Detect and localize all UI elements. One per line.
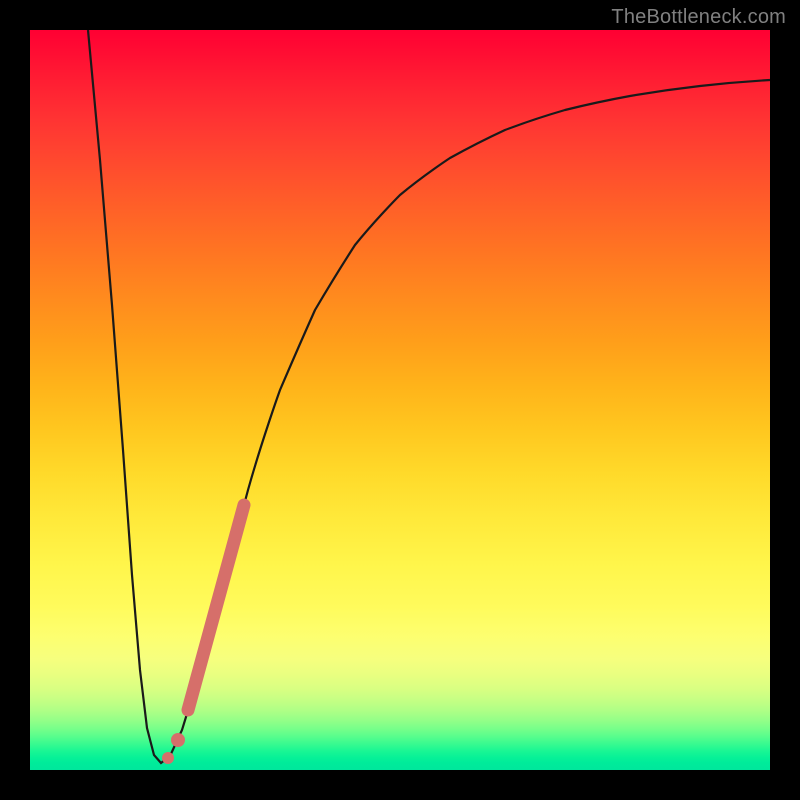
watermark-text: TheBottleneck.com: [611, 6, 786, 29]
chart-frame: TheBottleneck.com: [0, 0, 800, 800]
gradient-background: [30, 30, 770, 770]
plot-area: [30, 30, 770, 770]
